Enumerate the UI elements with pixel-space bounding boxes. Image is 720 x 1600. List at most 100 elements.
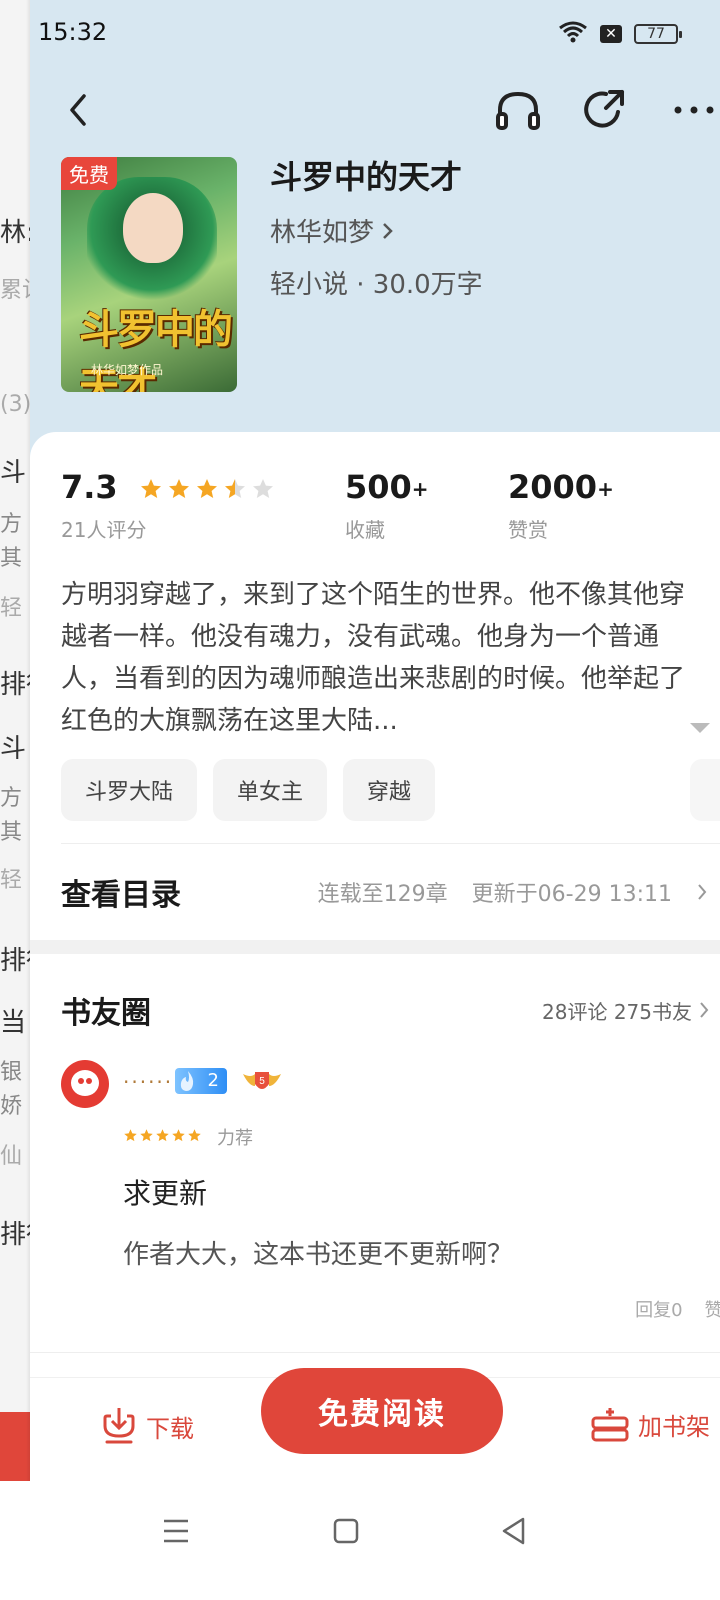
star-icon bbox=[188, 1129, 201, 1142]
star-icon bbox=[196, 479, 217, 498]
cover-art-face bbox=[123, 193, 183, 263]
star-icon bbox=[168, 479, 189, 498]
free-badge: 免费 bbox=[61, 157, 117, 190]
bg-fragment: 轻 bbox=[0, 868, 23, 893]
like-button[interactable]: 赞0 bbox=[705, 1296, 720, 1322]
chevron-right-icon bbox=[700, 1002, 709, 1018]
battery-icon: 77 bbox=[634, 24, 682, 44]
book-title: 斗罗中的天才 bbox=[270, 158, 463, 196]
divider bbox=[30, 1352, 720, 1353]
home-key[interactable] bbox=[326, 1511, 366, 1551]
bg-fragment: 方 bbox=[0, 786, 23, 811]
download-button[interactable]: 下载 bbox=[102, 1406, 194, 1446]
reply-button[interactable]: 回复0 bbox=[635, 1296, 682, 1322]
add-to-shelf-button[interactable]: 加书架 bbox=[590, 1404, 710, 1444]
status-time: 15:32 bbox=[38, 18, 108, 46]
reward-count: 2000 bbox=[508, 468, 598, 506]
star-icon bbox=[140, 1129, 153, 1142]
reader-circle-title: 书友圈 bbox=[61, 996, 151, 1031]
tag-item-overflow[interactable] bbox=[690, 759, 720, 821]
member-badge: 5 bbox=[241, 1068, 283, 1096]
bg-fragment: 娇 bbox=[0, 1094, 23, 1119]
fan-level: 2 bbox=[207, 1070, 219, 1091]
comment-title: 求更新 bbox=[123, 1177, 208, 1210]
star-icon bbox=[140, 479, 161, 498]
collect-count: 500 bbox=[345, 468, 412, 506]
serial-status: 连载至129章 bbox=[317, 882, 448, 907]
author-name: 林华如梦 bbox=[270, 218, 375, 248]
bottom-action-bar: 下载 免费阅读 加书架 bbox=[30, 1368, 720, 1481]
collect-stat: 500+ 收藏 bbox=[345, 468, 429, 543]
avatar-face bbox=[71, 1070, 99, 1096]
star-icon bbox=[252, 479, 273, 498]
tag-item[interactable]: 单女主 bbox=[213, 759, 328, 821]
bg-fragment: 当 bbox=[0, 1008, 27, 1038]
avatar-eye bbox=[78, 1078, 84, 1084]
back-key[interactable] bbox=[494, 1511, 534, 1551]
book-cover[interactable]: 斗罗中的天才 林华如梦作品 免费 bbox=[61, 157, 237, 392]
member-badge-level: 5 bbox=[259, 1076, 265, 1087]
comment-body: 作者大大，这本书还更不更新啊？ bbox=[123, 1240, 514, 1270]
collect-label: 收藏 bbox=[345, 518, 385, 542]
chevron-right-icon bbox=[698, 884, 707, 900]
triangle-back-icon bbox=[502, 1517, 525, 1545]
rating-stat[interactable]: 7.3 21人评分 bbox=[61, 468, 275, 543]
wifi-icon bbox=[558, 20, 588, 48]
comment-username[interactable]: ······· bbox=[123, 1070, 182, 1094]
tag-list: 斗罗大陆 单女主 穿越 bbox=[61, 759, 436, 821]
avatar[interactable] bbox=[61, 1060, 109, 1108]
flame-icon bbox=[180, 1071, 194, 1091]
catalog-info: 连载至129章 更新于06-29 13:11 bbox=[318, 876, 720, 908]
avatar-eye bbox=[86, 1078, 92, 1084]
bg-fragment: 仙 bbox=[0, 1144, 23, 1169]
sim-off-icon: ✕ bbox=[600, 25, 622, 43]
rating-count: 21人评分 bbox=[61, 518, 147, 542]
stats-row: 7.3 21人评分 500+ 收藏 2000+ 赞赏 bbox=[61, 468, 701, 548]
bg-fragment: 其 bbox=[0, 820, 23, 845]
listen-button[interactable] bbox=[492, 84, 544, 136]
rating-score: 7.3 bbox=[61, 468, 118, 506]
bg-fragment: 斗 bbox=[0, 734, 27, 764]
bg-fragment: 其 bbox=[0, 546, 23, 571]
menu-key[interactable] bbox=[156, 1511, 196, 1551]
expand-description-button[interactable] bbox=[688, 716, 712, 740]
add-to-shelf-label: 加书架 bbox=[638, 1412, 710, 1441]
tag-item[interactable]: 穿越 bbox=[343, 759, 436, 821]
reward-suffix: + bbox=[597, 477, 614, 501]
chevron-left-icon bbox=[70, 94, 86, 126]
back-button[interactable] bbox=[58, 86, 98, 134]
star-icon bbox=[156, 1129, 169, 1142]
more-button[interactable] bbox=[668, 84, 720, 136]
catalog-title: 查看目录 bbox=[61, 878, 181, 913]
cover-subtitle: 林华如梦作品 bbox=[91, 363, 164, 377]
download-icon bbox=[103, 1408, 135, 1444]
winged-shield-icon: 5 bbox=[243, 1072, 281, 1089]
comment-rating-tag: 力荐 bbox=[217, 1128, 253, 1149]
more-icon bbox=[674, 106, 714, 114]
share-icon bbox=[584, 90, 624, 128]
star-icon bbox=[224, 479, 245, 498]
menu-icon bbox=[164, 1519, 188, 1543]
bg-fragment: 斗 bbox=[0, 458, 27, 488]
reward-stat[interactable]: 2000+ 赞赏 bbox=[508, 468, 614, 543]
star-icon bbox=[124, 1129, 137, 1142]
catalog-row[interactable]: 查看目录 连载至129章 更新于06-29 13:11 bbox=[61, 844, 720, 940]
rating-stars bbox=[139, 477, 275, 501]
reader-circle-summary: 28评论 275书友 bbox=[542, 996, 720, 1025]
tag-item[interactable]: 斗罗大陆 bbox=[61, 759, 198, 821]
status-icons: ✕ 77 bbox=[558, 20, 682, 48]
read-free-button[interactable]: 免费阅读 bbox=[261, 1368, 503, 1454]
bg-fragment: 方 bbox=[0, 512, 23, 537]
square-icon bbox=[333, 1518, 359, 1544]
share-button[interactable] bbox=[580, 84, 632, 136]
comment-item[interactable]: ······· 2 5 力荐 求更新 作者大大，这本书还更不更新啊？ 回复0 赞… bbox=[61, 1060, 720, 1360]
author-link[interactable]: 林华如梦 bbox=[270, 212, 396, 249]
reward-label: 赞赏 bbox=[508, 518, 548, 542]
top-nav-actions bbox=[492, 84, 720, 136]
collect-suffix: + bbox=[411, 477, 429, 501]
section-separator bbox=[30, 940, 720, 954]
top-nav bbox=[30, 80, 720, 140]
reader-circle-header[interactable]: 书友圈 28评论 275书友 bbox=[61, 980, 720, 1040]
book-description[interactable]: 方明羽穿越了，来到了这个陌生的世界。他不像其他穿越者一样。他没有魂力，没有武魂。… bbox=[61, 574, 695, 742]
chevron-right-icon bbox=[383, 222, 393, 239]
